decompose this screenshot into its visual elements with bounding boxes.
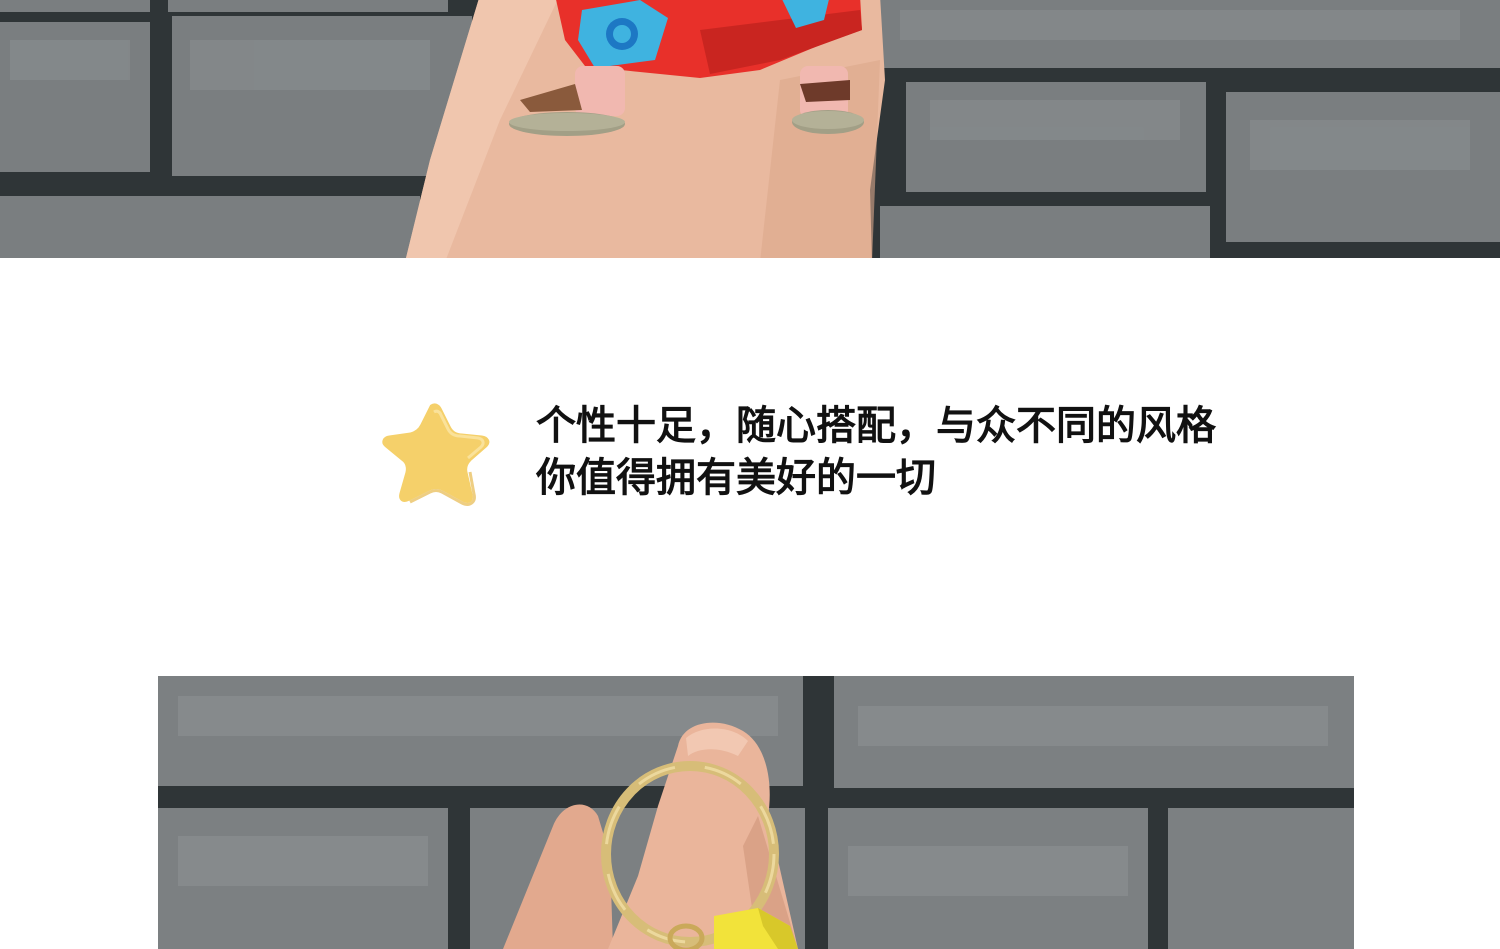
- hand-with-figure-photo: [0, 0, 1500, 258]
- tagline-line-2: 你值得拥有美好的一切: [536, 455, 936, 501]
- tagline-block: 个性十足，随心搭配，与众不同的风格 你值得拥有美好的一切: [374, 396, 1274, 512]
- tagline-text: 个性十足，随心搭配，与众不同的风格 你值得拥有美好的一切: [536, 400, 1276, 504]
- tagline-line-1: 个性十足，随心搭配，与众不同的风格: [536, 403, 1216, 449]
- star-icon: [374, 398, 496, 508]
- keyring-photo: [158, 676, 1354, 949]
- product-detail-page: 个性十足，随心搭配，与众不同的风格 你值得拥有美好的一切: [0, 0, 1500, 949]
